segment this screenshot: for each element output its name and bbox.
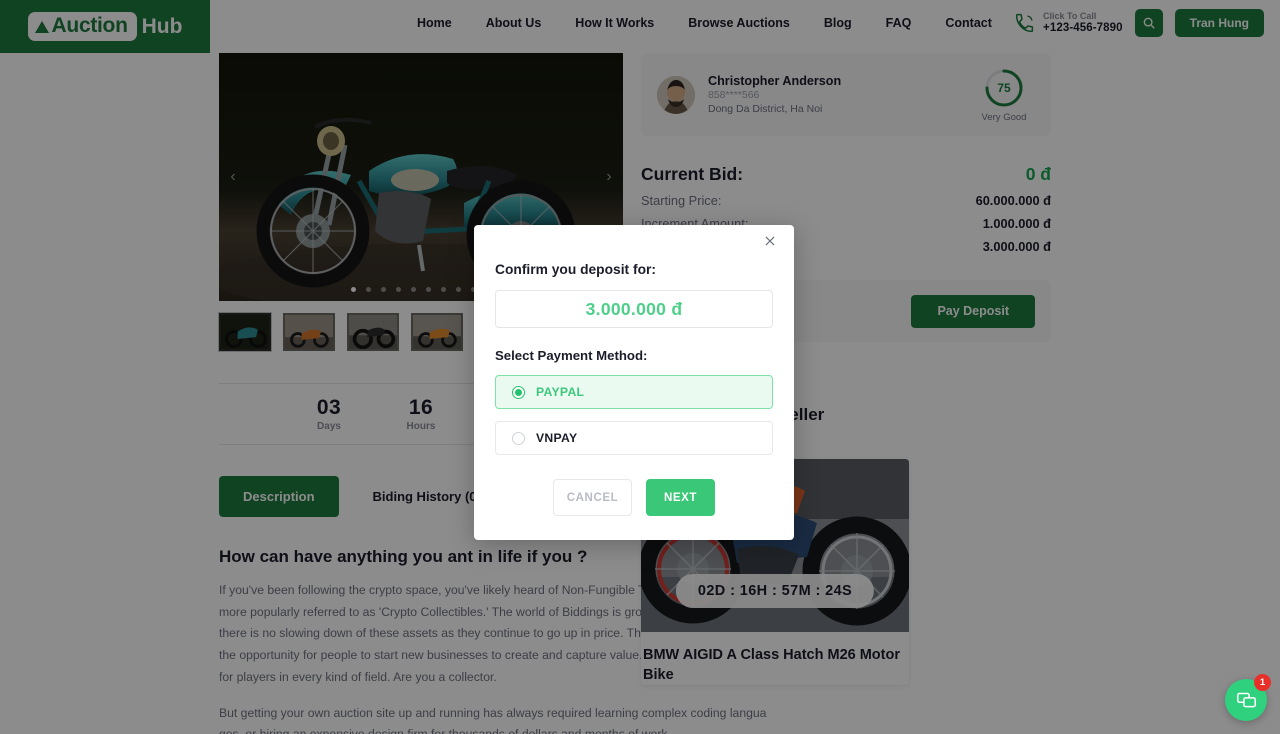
payment-option-vnpay[interactable]: VNPAY <box>495 421 773 455</box>
deposit-amount-display: 3.000.000 đ <box>495 290 773 328</box>
chat-icon <box>1236 692 1256 707</box>
payment-method-label: Select Payment Method: <box>495 348 648 363</box>
page-root: Auction Hub Home About Us How It Works B… <box>0 0 1280 734</box>
payment-option-paypal-label: PAYPAL <box>536 385 585 399</box>
payment-option-paypal[interactable]: PAYPAL <box>495 375 773 409</box>
close-icon[interactable] <box>760 234 780 254</box>
modal-actions: CANCEL NEXT <box>495 479 773 516</box>
modal-title: Confirm you deposit for: <box>495 262 656 277</box>
payment-option-vnpay-label: VNPAY <box>536 431 578 445</box>
cancel-button[interactable]: CANCEL <box>553 479 632 516</box>
deposit-confirm-modal: Confirm you deposit for: 3.000.000 đ Sel… <box>474 225 794 540</box>
radio-unselected-icon <box>512 431 525 445</box>
radio-selected-icon <box>512 385 525 399</box>
chat-widget-button[interactable]: 1 <box>1225 674 1271 721</box>
chat-unread-badge: 1 <box>1254 674 1271 691</box>
next-button[interactable]: NEXT <box>646 479 715 516</box>
